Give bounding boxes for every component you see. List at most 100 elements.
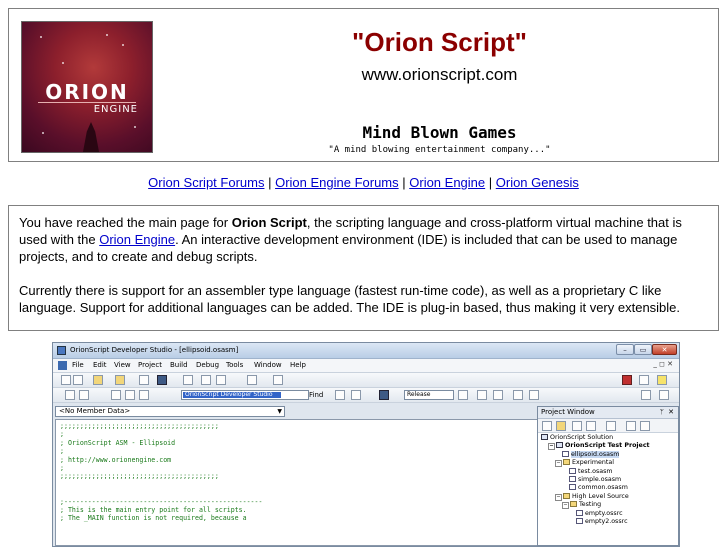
menu-help[interactable]: Help bbox=[290, 361, 306, 369]
menu-edit[interactable]: Edit bbox=[93, 361, 107, 369]
paste-icon[interactable] bbox=[139, 390, 149, 400]
collapse-toggle-icon[interactable]: − bbox=[562, 502, 569, 510]
debug-icon[interactable] bbox=[477, 390, 487, 400]
site-url: www.orionscript.com bbox=[361, 65, 518, 84]
tip-icon[interactable] bbox=[657, 375, 667, 385]
site-title: "Orion Script" bbox=[352, 27, 527, 57]
project-tree-item[interactable]: simple.osasm bbox=[569, 476, 621, 484]
refresh-icon[interactable] bbox=[640, 421, 650, 431]
new-file-icon[interactable] bbox=[61, 375, 71, 385]
search-icon[interactable] bbox=[335, 390, 345, 400]
api-icon[interactable] bbox=[641, 390, 651, 400]
open-item-icon[interactable] bbox=[572, 421, 582, 431]
document-view-icon[interactable] bbox=[659, 390, 669, 400]
close-button[interactable]: ✕ bbox=[652, 344, 677, 355]
project-tree-label: empty.ossrc bbox=[585, 509, 623, 517]
save-icon[interactable] bbox=[139, 375, 149, 385]
code-text[interactable]: ;;;;;;;;;;;;;;;;;;;;;;;;;;;;;;;;;;;;;;;;… bbox=[60, 422, 582, 523]
project-tree-item[interactable]: ellipsoid.osasm bbox=[562, 450, 620, 459]
build-config-select[interactable]: Release bbox=[404, 390, 454, 400]
solution-icon bbox=[541, 434, 548, 440]
menu-build[interactable]: Build bbox=[170, 361, 188, 369]
new-project-icon[interactable] bbox=[73, 375, 83, 385]
tools-icon[interactable] bbox=[247, 375, 257, 385]
project-window-title: Project Window bbox=[541, 408, 595, 416]
open-folder-icon[interactable] bbox=[93, 375, 103, 385]
properties-icon[interactable] bbox=[606, 421, 616, 431]
solution-icon bbox=[556, 442, 563, 449]
save-all-icon[interactable] bbox=[157, 375, 167, 385]
find-button[interactable]: Find bbox=[309, 391, 323, 399]
solution-combo[interactable]: OrionScript Developer Studio bbox=[181, 390, 309, 400]
project-tree-item[interactable]: common.osasm bbox=[569, 484, 628, 492]
collapse-toggle-icon[interactable]: − bbox=[555, 493, 562, 501]
redo-icon[interactable] bbox=[79, 390, 89, 400]
maximize-button[interactable]: ▭ bbox=[634, 344, 652, 355]
member-select-value: <No Member Data> bbox=[59, 407, 131, 415]
intro-box: You have reached the main page for Orion… bbox=[8, 205, 719, 331]
open-file-icon[interactable] bbox=[115, 375, 125, 385]
pin-icon[interactable]: ᛘ bbox=[660, 407, 664, 418]
code-editor[interactable]: ;;;;;;;;;;;;;;;;;;;;;;;;;;;;;;;;;;;;;;;;… bbox=[55, 419, 583, 546]
menu-project[interactable]: Project bbox=[138, 361, 162, 369]
project-tree-label: OrionScript Solution bbox=[550, 434, 614, 441]
project-tree-label: Experimental bbox=[572, 459, 614, 467]
company-tagline: "A mind blowing entertainment company...… bbox=[328, 145, 551, 155]
menu-view[interactable]: View bbox=[114, 361, 131, 369]
file-icon bbox=[576, 518, 583, 524]
collapse-toggle-icon[interactable]: − bbox=[548, 443, 555, 451]
run-icon[interactable] bbox=[379, 390, 389, 400]
page-icon[interactable] bbox=[201, 375, 211, 385]
intro-paragraph-1: You have reached the main page for Orion… bbox=[19, 214, 708, 265]
collapse-toggle-icon[interactable]: − bbox=[555, 460, 562, 468]
orion-engine-logo: ORION ENGINE bbox=[21, 21, 153, 153]
breakpoint-icon[interactable] bbox=[493, 390, 503, 400]
minimize-button[interactable]: – bbox=[616, 344, 634, 355]
help-icon[interactable] bbox=[639, 375, 649, 385]
properties-icon[interactable] bbox=[183, 375, 193, 385]
project-tree-item[interactable]: − OrionScript Test Project bbox=[548, 442, 650, 451]
file-icon bbox=[562, 450, 569, 457]
add-folder-icon[interactable] bbox=[556, 421, 566, 431]
replace-icon[interactable] bbox=[351, 390, 361, 400]
project-tree-item[interactable]: empty.ossrc bbox=[576, 509, 623, 518]
header-box: ORION ENGINE "Orion Script" www.orionscr… bbox=[8, 8, 719, 162]
view-icon[interactable] bbox=[626, 421, 636, 431]
link-orion-engine[interactable]: Orion Engine bbox=[409, 175, 485, 190]
ide-menubar: File Edit View Project Build Debug Tools… bbox=[53, 359, 679, 373]
delete-icon[interactable] bbox=[586, 421, 596, 431]
project-tree-item[interactable]: test.osasm bbox=[569, 467, 613, 476]
new-item-icon[interactable] bbox=[542, 421, 552, 431]
link-orion-engine-forums[interactable]: Orion Engine Forums bbox=[275, 175, 399, 190]
project-tree-item[interactable]: − High Level Source bbox=[555, 492, 629, 501]
step-icon[interactable] bbox=[513, 390, 523, 400]
project-tree-item[interactable]: − Experimental bbox=[555, 459, 614, 468]
project-tree-label: test.osasm bbox=[578, 467, 613, 475]
project-tree-label: simple.osasm bbox=[578, 476, 622, 483]
member-select[interactable]: <No Member Data> ▼ bbox=[55, 406, 285, 417]
project-tree-item[interactable]: empty2.ossrc bbox=[576, 518, 628, 526]
plugin-icon[interactable] bbox=[622, 375, 632, 385]
file-icon bbox=[569, 484, 576, 491]
build-icon[interactable] bbox=[458, 390, 468, 400]
menu-debug[interactable]: Debug bbox=[196, 361, 219, 369]
menu-window[interactable]: Window bbox=[254, 361, 282, 369]
folder-icon bbox=[570, 501, 577, 508]
window-icon[interactable] bbox=[273, 375, 283, 385]
cut-icon[interactable] bbox=[111, 390, 121, 400]
undo-icon[interactable] bbox=[65, 390, 75, 400]
close-icon[interactable]: ✕ bbox=[668, 407, 674, 418]
link-orion-genesis[interactable]: Orion Genesis bbox=[496, 175, 579, 190]
stop-icon[interactable] bbox=[529, 390, 539, 400]
mdi-window-controls[interactable]: _ ◻ ✕ bbox=[653, 360, 673, 368]
project-tree-item[interactable]: − Testing bbox=[562, 501, 601, 510]
project-tree: OrionScript Solution − OrionScript Test Pr… bbox=[538, 433, 678, 545]
menu-tools[interactable]: Tools bbox=[226, 361, 243, 369]
menu-file[interactable]: File bbox=[72, 361, 84, 369]
link-orion-engine-inline[interactable]: Orion Engine bbox=[99, 232, 175, 247]
project-tree-item[interactable]: OrionScript Solution bbox=[541, 434, 613, 442]
print-icon[interactable] bbox=[216, 375, 226, 385]
copy-icon[interactable] bbox=[125, 390, 135, 400]
logo-subtext: ENGINE bbox=[93, 104, 138, 115]
link-orion-script-forums[interactable]: Orion Script Forums bbox=[148, 175, 264, 190]
